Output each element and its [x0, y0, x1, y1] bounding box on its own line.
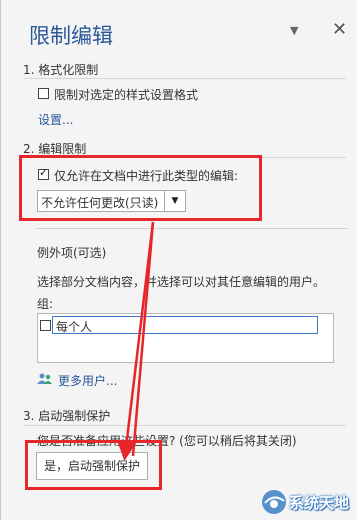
watermark-text: 系统天地 — [289, 494, 350, 512]
annotation-arrows — [116, 221, 155, 461]
watermark-logo-icon — [262, 490, 286, 514]
arrow-down-2 — [131, 221, 155, 457]
restrict-editing-pane: 限制编辑 ▼ ✕ 1. 格式化限制 限制对选定的样式设置格式 设置... 2. … — [0, 0, 357, 520]
site-watermark: 系统天地 — [259, 487, 355, 517]
